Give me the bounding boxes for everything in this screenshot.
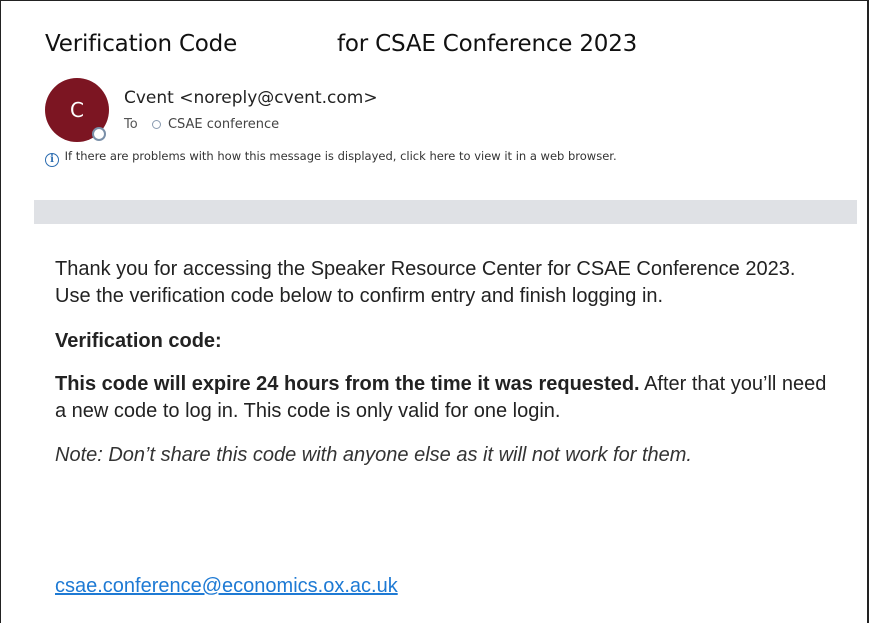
recipient-presence-icon	[151, 120, 161, 129]
sender-name[interactable]: Cvent <noreply@cvent.com>	[124, 88, 378, 108]
recipient-name[interactable]: CSAE conference	[168, 117, 279, 132]
note-paragraph: Note: Don’t share this code with anyone …	[55, 444, 692, 466]
avatar-letter: C	[70, 98, 84, 122]
info-message[interactable]: If there are problems with how this mess…	[65, 149, 617, 163]
contact-email-link[interactable]: csae.conference@economics.ox.ac.uk	[55, 575, 398, 598]
email-header-band	[34, 200, 857, 224]
expiry-paragraph: This code will expire 24 hours from the …	[55, 371, 835, 425]
info-bar[interactable]: i If there are problems with how this me…	[45, 149, 617, 167]
expiry-bold-text: This code will expire 24 hours from the …	[55, 373, 640, 395]
to-label: To	[124, 117, 138, 132]
subject-part-2: for CSAE Conference 2023	[337, 31, 638, 57]
info-icon: i	[45, 153, 59, 167]
email-reading-pane: Verification Code for CSAE Conference 20…	[0, 0, 869, 623]
email-subject: Verification Code for CSAE Conference 20…	[45, 31, 637, 57]
verification-code-label: Verification code:	[55, 330, 222, 352]
recipient-line: To CSAE conference	[124, 117, 279, 132]
body-intro-paragraph: Thank you for accessing the Speaker Reso…	[55, 258, 796, 307]
presence-status-icon	[92, 127, 106, 141]
subject-part-1: Verification Code	[45, 31, 238, 57]
